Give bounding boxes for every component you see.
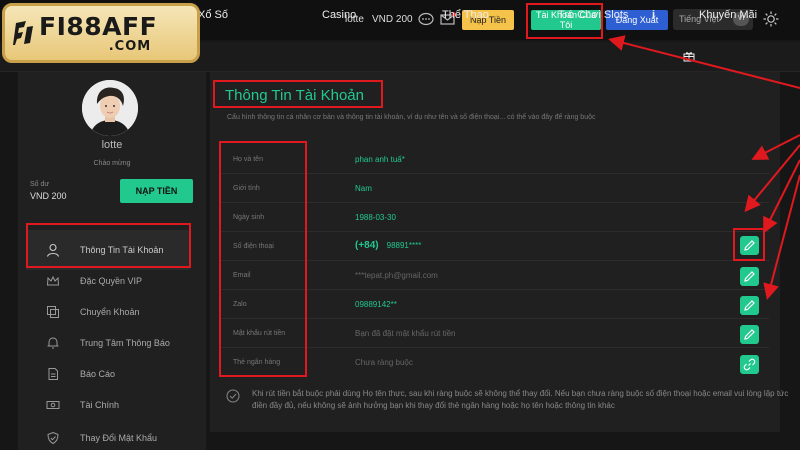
sidebar-item-label: Đặc Quyền VIP <box>80 276 143 286</box>
logo-emblem-icon <box>13 21 33 45</box>
phone-number: 98891**** <box>386 241 422 250</box>
money-icon <box>46 401 60 409</box>
edit-zalo-button[interactable] <box>740 296 759 315</box>
avatar <box>82 80 138 136</box>
sidebar-item-change-password[interactable]: Thay Đổi Mật Khẩu <box>26 418 190 450</box>
sidebar-item-label: Tài Chính <box>80 400 120 410</box>
gender-value: Nam <box>355 184 372 193</box>
sidebar-balance: VND 200 <box>30 191 67 201</box>
welcome-text: Chào mừng <box>93 160 131 167</box>
highlight-account-button <box>526 3 603 39</box>
bell-icon <box>47 337 59 349</box>
gift-icon <box>683 52 695 62</box>
theme-toggle-icon[interactable] <box>763 11 779 27</box>
nav-item-sports[interactable]: Thể Thao <box>442 9 489 21</box>
link-icon <box>743 358 756 371</box>
sidebar-username: lotte <box>101 139 123 151</box>
fullname-value: phan anh tuấ* <box>355 155 405 164</box>
check-circle-icon <box>226 389 240 403</box>
balance-label: Số dư <box>30 181 50 188</box>
sidebar-item-label: Trung Tâm Thông Báo <box>80 338 170 348</box>
pencil-icon <box>744 300 755 311</box>
edit-withdraw-password-button[interactable] <box>740 325 759 344</box>
zalo-value: 09889142** <box>355 300 397 309</box>
sidebar-item-label: Chuyển Khoản <box>80 307 140 317</box>
bank-card-value: Chưa ràng buộc <box>355 358 413 367</box>
highlight-page-title <box>213 80 383 108</box>
highlight-field-labels <box>219 141 307 377</box>
withdraw-password-value: Bạn đã đặt mật khẩu rút tiền <box>355 329 456 338</box>
pencil-icon <box>744 329 755 340</box>
link-bank-card-button[interactable] <box>740 355 759 374</box>
sidebar-item-label: Báo Cáo <box>80 369 116 379</box>
nav-item-promotions[interactable]: Khuyến Mãi <box>699 9 757 21</box>
phone-value: (+84) 98891**** <box>355 240 421 251</box>
highlight-sidebar-item <box>26 223 191 268</box>
email-value: ***tepat.ph@gmail.com <box>355 271 438 280</box>
pencil-icon <box>744 271 755 282</box>
brand-domain: .COM <box>108 38 152 54</box>
nav-item-lottery[interactable]: Xổ Số <box>198 9 228 21</box>
phone-prefix: (+84) <box>355 240 379 251</box>
shield-icon <box>47 431 59 445</box>
nav-info-icon[interactable]: i <box>652 9 655 21</box>
brand-name: FI88AFF <box>39 11 158 41</box>
sidebar-item-label: Thay Đổi Mật Khẩu <box>80 433 158 443</box>
edit-email-button[interactable] <box>740 267 759 286</box>
rules-note: Khi rút tiền bắt buộc phải dùng Họ tên t… <box>252 389 789 410</box>
header-balance: VND 200 <box>372 14 413 25</box>
crown-icon <box>46 275 60 286</box>
nav-item-casino[interactable]: Casino <box>322 9 356 21</box>
brand-logo[interactable]: FI88AFF .COM <box>2 3 200 63</box>
report-icon <box>48 368 58 380</box>
highlight-edit-button <box>733 228 765 261</box>
birthday-value: 1988-03-30 <box>355 213 396 222</box>
sidebar-deposit-button[interactable]: NẠP TIỀN <box>120 179 193 203</box>
page-description: Cấu hình thông tin cá nhân cơ bản và thô… <box>227 114 596 121</box>
transfer-icon <box>47 306 59 318</box>
chat-icon[interactable] <box>418 11 434 27</box>
